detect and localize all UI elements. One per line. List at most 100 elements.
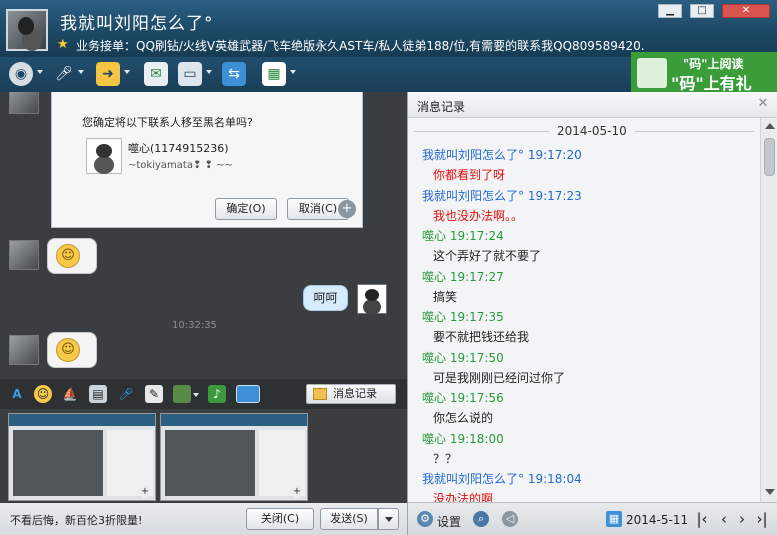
chat-bubble: ☺ xyxy=(47,332,97,368)
search-icon[interactable]: ⌕ xyxy=(473,511,489,527)
bottom-ad-link[interactable]: 不看后悔，新百伦3折限量! xyxy=(10,512,142,528)
send-options-button[interactable] xyxy=(378,508,399,530)
message-timestamp: 19:17:35 xyxy=(449,310,504,324)
chevron-down-icon[interactable] xyxy=(37,70,43,74)
chat-area: 您确定将以下联系人移至黑名单吗? 噬心(1174915236) ~tokiyam… xyxy=(0,92,407,379)
panel-title: 消息记录 xyxy=(417,100,466,114)
message-timestamp: 19:17:56 xyxy=(449,391,504,405)
settings-label[interactable]: 设置 xyxy=(437,513,461,530)
message-list: 2014-05-10 我就叫刘阳怎么了° 19:17:20 你都看到了呀我就叫刘阳… xyxy=(408,118,760,502)
message-history-button[interactable]: 消息记录 xyxy=(306,384,396,404)
message-sender: 噬心 xyxy=(422,351,447,365)
emoji-icon[interactable]: ☺ xyxy=(34,385,52,403)
message-timestamp: 19:18:04 xyxy=(527,472,582,486)
avatar xyxy=(357,284,387,314)
magic-icon[interactable]: ▤ xyxy=(89,385,107,403)
message-header: 噬心 19:17:24 xyxy=(422,227,504,244)
message-text: 可是我刚刚已经问过你了 xyxy=(433,371,566,385)
message-timestamp: 19:17:24 xyxy=(449,229,504,243)
message-text: 搞笑 xyxy=(433,290,458,304)
contact-avatar[interactable] xyxy=(6,9,48,51)
shake-icon[interactable]: ⛵ xyxy=(61,385,79,403)
history-date: 2014-05-10 xyxy=(549,124,635,138)
screenshot-thumbnail[interactable]: + xyxy=(8,413,156,501)
message-header: 噬心 19:17:27 xyxy=(422,268,504,285)
message-sender: 噬心 xyxy=(422,391,447,405)
screen-share-icon[interactable]: ⇆ xyxy=(222,62,246,86)
next-page-button[interactable]: › xyxy=(734,509,750,529)
camera-icon[interactable]: ◉ xyxy=(9,62,33,86)
add-icon[interactable]: + xyxy=(139,486,151,498)
zoom-icon[interactable]: + xyxy=(338,200,356,218)
message-history-panel: 消息记录 ✕ 2014-05-10 我就叫刘阳怎么了° 19:17:20 你都看到… xyxy=(407,92,777,535)
send-button[interactable]: 发送(S) xyxy=(320,508,378,530)
chat-bubble: ☺ xyxy=(47,238,97,274)
ad-line-2: "码"上有礼 xyxy=(671,74,752,93)
first-page-button[interactable]: |‹ xyxy=(694,509,710,529)
chevron-down-icon[interactable] xyxy=(290,70,296,74)
screenshot-thumbnail[interactable]: + xyxy=(160,413,308,501)
close-chat-button[interactable]: 关闭(C) xyxy=(246,508,314,530)
message-text: 没办法的啊 xyxy=(433,492,494,502)
apps-icon[interactable]: ▦ xyxy=(262,62,286,86)
image-icon[interactable] xyxy=(173,385,191,403)
music-icon[interactable]: ♪ xyxy=(208,385,226,403)
file-transfer-icon[interactable]: ➜ xyxy=(96,62,120,86)
message-input[interactable]: + + xyxy=(0,409,407,503)
message-text: 你怎么说的 xyxy=(433,411,494,425)
message-header: 噬心 19:17:56 xyxy=(422,389,504,406)
scroll-thumb[interactable] xyxy=(764,138,775,176)
close-window-button[interactable]: ✕ xyxy=(722,4,770,18)
avatar xyxy=(9,240,39,270)
message-sender: 我就叫刘阳怎么了° xyxy=(422,148,525,162)
message-timestamp: 19:17:20 xyxy=(527,148,582,162)
message-text: 要不就把钱还给我 xyxy=(433,330,530,344)
remote-desktop-icon[interactable]: ▭ xyxy=(178,62,202,86)
note-icon[interactable]: ✎ xyxy=(145,385,163,403)
message-text: 这个弄好了就不要了 xyxy=(433,249,542,263)
voice-message-icon[interactable]: 🎤︎ xyxy=(117,385,135,403)
chevron-down-icon[interactable] xyxy=(124,70,130,74)
minimize-button[interactable]: ▁ xyxy=(658,4,682,18)
window-title: 我就叫刘阳怎么了° xyxy=(60,14,214,34)
star-icon: ★ xyxy=(57,37,69,52)
screenshot-icon[interactable] xyxy=(236,385,260,403)
message-timestamp: 19:18:00 xyxy=(449,432,504,446)
emoji-icon: ☺ xyxy=(56,244,80,268)
font-icon[interactable]: A xyxy=(8,385,26,403)
ok-button[interactable]: 确定(O) xyxy=(215,198,277,220)
blacklist-dialog: 您确定将以下联系人移至黑名单吗? 噬心(1174915236) ~tokiyam… xyxy=(51,92,363,228)
chevron-down-icon[interactable] xyxy=(193,393,199,397)
add-icon[interactable]: + xyxy=(291,486,303,498)
thumbnail-chat xyxy=(13,430,103,496)
message-text: 你都看到了呀 xyxy=(433,168,506,182)
gear-icon[interactable]: ⚙ xyxy=(417,511,433,527)
mic-icon[interactable]: 🎤︎ xyxy=(52,62,76,86)
last-page-button[interactable]: ›| xyxy=(754,509,770,529)
ad-banner[interactable]: "码"上阅读 "码"上有礼 xyxy=(631,52,777,93)
ad-logo xyxy=(637,58,667,88)
date-picker[interactable]: 2014-5-11 xyxy=(626,513,688,527)
scroll-down-icon[interactable] xyxy=(765,489,775,495)
avatar xyxy=(9,92,39,114)
bottom-bar: 不看后悔，新百伦3折限量! 关闭(C) 发送(S) xyxy=(0,503,407,535)
panel-header: 消息记录 ✕ xyxy=(408,92,777,118)
sms-icon[interactable]: ✉ xyxy=(144,62,168,86)
chevron-down-icon[interactable] xyxy=(206,70,212,74)
scroll-up-icon[interactable] xyxy=(765,123,775,129)
message-text: ？？ xyxy=(433,452,458,466)
dialog-contact-signature: ~tokiyamata❢ ❢ ~~ xyxy=(128,160,233,171)
chevron-down-icon[interactable] xyxy=(78,70,84,74)
dialog-question: 您确定将以下联系人移至黑名单吗? xyxy=(82,116,253,129)
thumbnail-titlebar xyxy=(161,414,307,426)
close-icon[interactable]: ✕ xyxy=(756,97,770,111)
maximize-button[interactable]: □ xyxy=(690,4,714,18)
speaker-icon[interactable]: ◁ xyxy=(502,511,518,527)
calendar-icon[interactable]: ▦ xyxy=(606,511,622,527)
contact-signature: 业务接单：QQ刷钻/火线V英雄武器/飞车绝版永久AST车/私人徒弟188/位,有… xyxy=(76,39,645,53)
message-header: 我就叫刘阳怎么了° 19:18:04 xyxy=(422,470,582,487)
message-sender: 噬心 xyxy=(422,229,447,243)
thumbnail-titlebar xyxy=(9,414,155,426)
scrollbar[interactable] xyxy=(760,118,777,502)
prev-page-button[interactable]: ‹ xyxy=(716,509,732,529)
